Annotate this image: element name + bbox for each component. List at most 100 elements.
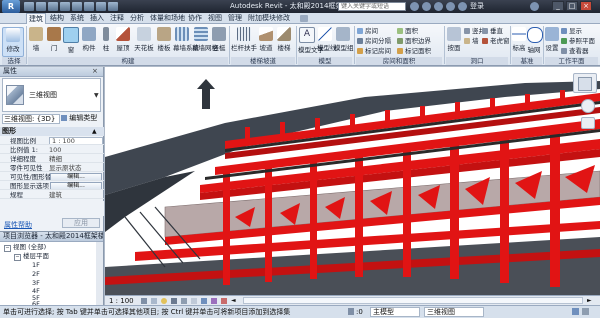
chevron-down-icon[interactable]: ▼: [94, 92, 99, 99]
view-instance-selector[interactable]: 三维视图: {3D}: [2, 114, 60, 124]
3d-viewport[interactable]: [105, 67, 600, 295]
viewcube[interactable]: [573, 73, 597, 93]
shadows-icon[interactable]: [171, 298, 177, 304]
steering-wheel-icon[interactable]: [581, 99, 595, 113]
tag-room-button[interactable]: 标记房间: [357, 47, 391, 55]
collapse-icon[interactable]: ▲: [92, 128, 97, 135]
sun-path-icon[interactable]: [161, 298, 167, 304]
redo-icon[interactable]: [60, 2, 70, 11]
browser-scrollbar[interactable]: [96, 242, 103, 308]
tab-architecture[interactable]: 建筑: [26, 13, 46, 24]
communication-icon[interactable]: [434, 2, 443, 11]
scroll-left-icon[interactable]: ◄: [231, 298, 241, 304]
reveal-hidden-icon[interactable]: [221, 298, 227, 304]
help-icon[interactable]: [530, 2, 539, 11]
detail-level-icon[interactable]: [141, 298, 147, 304]
collapse-icon[interactable]: −: [14, 254, 21, 261]
print-icon[interactable]: [72, 2, 82, 11]
floor-button[interactable]: 楼板: [156, 27, 172, 57]
curtain-system-button[interactable]: 幕墙系统: [173, 27, 199, 57]
application-menu-button[interactable]: R: [2, 0, 20, 13]
favorites-icon[interactable]: [446, 2, 455, 11]
tree-item-level[interactable]: 3F: [32, 279, 40, 287]
tab-analyze[interactable]: 分析: [128, 13, 146, 24]
show-crop-icon[interactable]: [191, 298, 197, 304]
viewer-button[interactable]: 查看器: [561, 47, 589, 55]
vertical-opening-button[interactable]: 垂直: [482, 27, 503, 35]
login-link[interactable]: 登录: [470, 1, 484, 12]
tab-annotate[interactable]: 注释: [108, 13, 126, 24]
tab-systems[interactable]: 系统: [68, 13, 86, 24]
view-scale[interactable]: 1 : 100: [109, 297, 134, 305]
measure-icon[interactable]: [84, 2, 94, 11]
save-icon[interactable]: [36, 2, 46, 11]
ramp-button[interactable]: 坡道: [258, 27, 274, 57]
tab-collaborate[interactable]: 协作: [186, 13, 204, 24]
undo-icon[interactable]: [48, 2, 58, 11]
roof-button[interactable]: 屋顶: [114, 27, 132, 57]
crop-view-icon[interactable]: [181, 298, 187, 304]
tab-structure[interactable]: 结构: [48, 13, 66, 24]
stair-button[interactable]: 楼梯: [275, 27, 293, 57]
open-icon[interactable]: [24, 2, 34, 11]
tree-item-level[interactable]: 2F: [32, 270, 40, 278]
model-group-button[interactable]: 模型组: [334, 27, 354, 57]
grid-button[interactable]: 轴网: [527, 27, 543, 57]
model-text-button[interactable]: A 模型文字: [298, 27, 324, 57]
collapse-icon[interactable]: −: [4, 245, 11, 252]
by-face-button[interactable]: 按面: [446, 27, 462, 57]
visual-style-icon[interactable]: [151, 298, 157, 304]
section-graphics[interactable]: 图形: [0, 127, 104, 136]
railing-button[interactable]: 栏杆扶手: [231, 27, 257, 57]
close-icon[interactable]: ×: [92, 68, 100, 75]
component-button[interactable]: 构件: [80, 27, 98, 57]
minimize-button[interactable]: _: [552, 1, 564, 11]
maximize-button[interactable]: □: [566, 1, 578, 11]
view-name-field[interactable]: 三维视图: [424, 307, 484, 317]
zoom-icon[interactable]: [581, 117, 595, 129]
door-button[interactable]: 门: [46, 27, 62, 57]
wall-button[interactable]: 墙: [28, 27, 44, 57]
graphic-display-edit-button[interactable]: 编辑...: [50, 182, 102, 190]
visibility-edit-button[interactable]: 编辑...: [50, 173, 102, 181]
set-work-plane-button[interactable]: 设置: [545, 27, 559, 57]
3d-view-icon[interactable]: [96, 2, 106, 11]
tab-modify[interactable]: 修改: [274, 13, 292, 24]
tab-massing-site[interactable]: 体量和场地: [148, 13, 187, 24]
subscription-icon[interactable]: [422, 2, 431, 11]
tree-item-views[interactable]: − 视图 (全部): [4, 243, 100, 252]
workset-icon[interactable]: [348, 308, 354, 315]
scroll-right-icon[interactable]: ►: [587, 298, 597, 304]
tab-manage[interactable]: 管理: [226, 13, 244, 24]
ref-plane-button[interactable]: 参照平面: [561, 37, 595, 45]
tag-area-button[interactable]: 标记面积: [397, 47, 431, 55]
search-icon[interactable]: [410, 2, 419, 11]
search-input[interactable]: 键入关键字或短语: [338, 2, 406, 11]
curtain-grid-button[interactable]: 幕墙网格: [192, 27, 218, 57]
ceiling-button[interactable]: 天花板: [133, 27, 155, 57]
show-work-plane-button[interactable]: 显示: [561, 27, 582, 35]
tree-item-floor-plans[interactable]: − 楼层平面: [14, 252, 49, 261]
tab-insert[interactable]: 插入: [88, 13, 106, 24]
temporary-hide-icon[interactable]: [211, 298, 217, 304]
area-boundary-button[interactable]: 面积边界: [397, 37, 431, 45]
area-button[interactable]: 面积: [397, 27, 418, 35]
tab-view[interactable]: 视图: [206, 13, 224, 24]
horizontal-scrollbar[interactable]: [243, 297, 583, 304]
filter-icon[interactable]: [582, 308, 589, 315]
model-line-button[interactable]: 模型线: [317, 27, 337, 57]
mullion-button[interactable]: 竖梃: [211, 27, 227, 57]
properties-help-link[interactable]: 属性帮助: [4, 220, 32, 230]
select-links-icon[interactable]: [572, 308, 579, 315]
wall-opening-button[interactable]: 墙: [464, 37, 479, 45]
apply-button[interactable]: 应用: [62, 218, 100, 228]
close-button[interactable]: ×: [580, 1, 592, 11]
dormer-button[interactable]: 老虎窗: [482, 37, 510, 45]
room-button[interactable]: 房间: [357, 27, 378, 35]
room-separator-button[interactable]: 房间分隔: [357, 37, 391, 45]
model-selector[interactable]: 主模型: [370, 307, 420, 317]
tree-item-level[interactable]: 1F: [32, 261, 40, 269]
text-icon[interactable]: [108, 2, 118, 11]
modify-button[interactable]: 修改: [2, 27, 24, 57]
level-button[interactable]: 标高: [512, 27, 526, 57]
